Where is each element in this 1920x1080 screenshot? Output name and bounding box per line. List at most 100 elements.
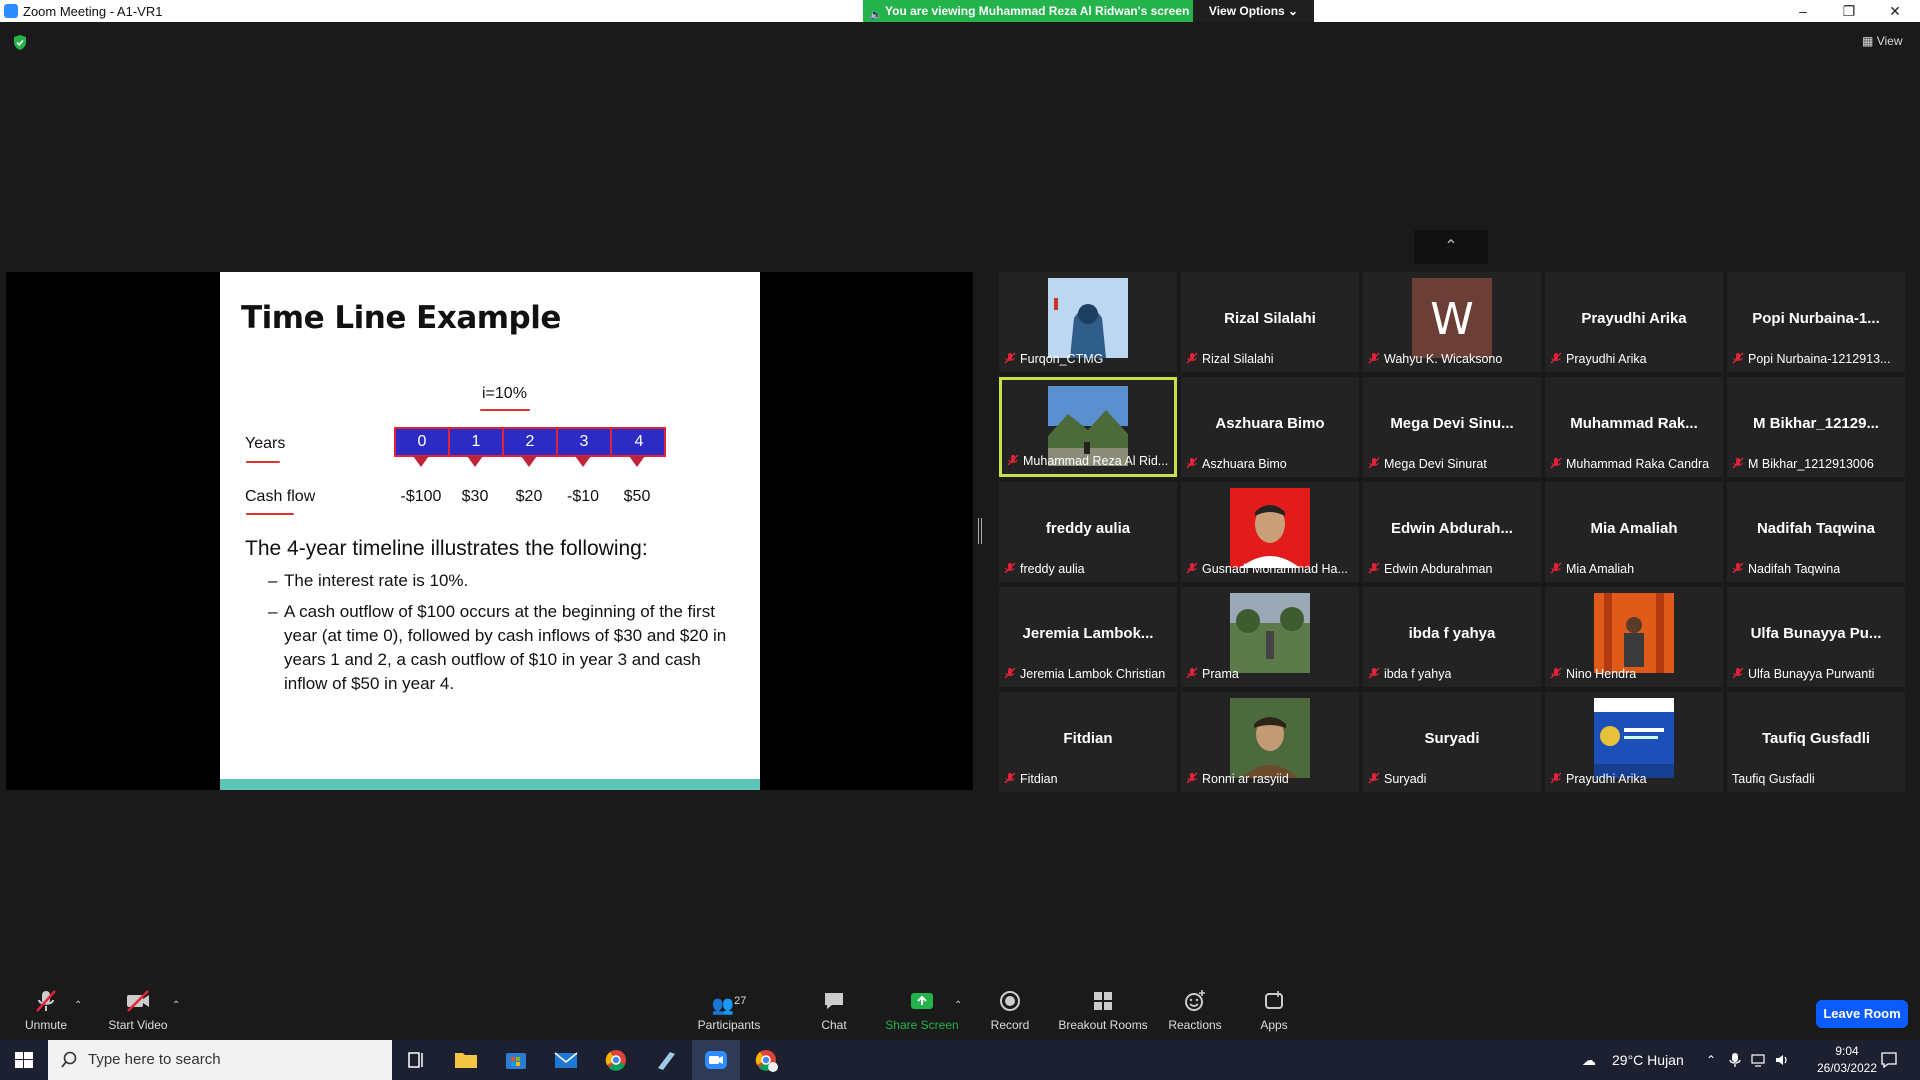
participant-tile[interactable]: Mega Devi Sinu... Mega Devi Sinurat	[1363, 377, 1541, 477]
participant-tile[interactable]: Prayudhi Arika Prayudhi Arika	[1545, 272, 1723, 372]
notes-app-icon[interactable]	[642, 1040, 690, 1080]
participant-tile[interactable]: Prayudhi Arika	[1545, 692, 1723, 792]
participants-button[interactable]: 👥27 Participants	[692, 988, 766, 1032]
participant-tile[interactable]: Edwin Abdurah... Edwin Abdurahman	[1363, 482, 1541, 582]
participant-tile[interactable]: Aszhuara Bimo Aszhuara Bimo	[1181, 377, 1359, 477]
microsoft-store-icon[interactable]	[492, 1040, 540, 1080]
chat-icon	[825, 993, 843, 1009]
participant-tile[interactable]: Gusnadi Mohammad Ha...	[1181, 482, 1359, 582]
participants-count: 27	[734, 995, 747, 1007]
leave-room-button[interactable]: Leave Room	[1816, 1000, 1908, 1028]
file-explorer-icon[interactable]	[442, 1040, 490, 1080]
chat-button[interactable]: Chat	[814, 988, 854, 1032]
participant-tile[interactable]: Muhammad Rak... Muhammad Raka Candra	[1545, 377, 1723, 477]
participant-display-name: Edwin Abdurah...	[1391, 520, 1513, 537]
share-options-caret-icon[interactable]: ⌃	[954, 1000, 962, 1011]
participant-name: Ronni ar rasyiid	[1202, 772, 1289, 786]
cashflow-value: $30	[461, 488, 489, 505]
breakout-rooms-button[interactable]: Breakout Rooms	[1058, 988, 1148, 1032]
chat-label: Chat	[821, 1018, 847, 1032]
participant-tile[interactable]: freddy aulia freddy aulia	[999, 482, 1177, 582]
video-options-caret-icon[interactable]: ⌃	[172, 1000, 180, 1011]
muted-mic-icon	[1368, 457, 1380, 469]
years-underline	[246, 461, 280, 463]
participant-tile[interactable]: Suryadi Suryadi	[1363, 692, 1541, 792]
participant-name: Nino Hendra	[1566, 667, 1637, 681]
restore-icon[interactable]: ❐	[1826, 0, 1872, 22]
slide-bullet: – The interest rate is 10%.	[268, 569, 738, 593]
participant-tile[interactable]: ibda f yahya ibda f yahya	[1363, 587, 1541, 687]
muted-mic-icon	[1550, 352, 1562, 364]
minimize-icon[interactable]: –	[1780, 0, 1826, 22]
participant-tile[interactable]: Popi Nurbaina-1... Popi Nurbaina-1212913.…	[1727, 272, 1905, 372]
participant-tile[interactable]: W Wahyu K. Wicaksono	[1363, 272, 1541, 372]
record-button[interactable]: Record	[990, 988, 1030, 1032]
participant-tile[interactable]: Ulfa Bunayya Pu... Ulfa Bunayya Purwanti	[1727, 587, 1905, 687]
reactions-button[interactable]: Reactions	[1166, 988, 1224, 1032]
grid-icon: ▦	[1862, 34, 1874, 48]
notification-center-icon[interactable]	[1880, 1051, 1898, 1069]
cashflow-value: $50	[623, 488, 651, 505]
participant-display-name: Taufiq Gusfadli	[1761, 730, 1871, 747]
participant-tile[interactable]: Prama	[1181, 587, 1359, 687]
participant-video: W	[1412, 278, 1492, 358]
audio-options-caret-icon[interactable]: ⌃	[74, 1000, 82, 1011]
cashflow-arrow	[575, 456, 591, 467]
viewing-banner-text: You are viewing Muhammad Reza Al Ridwan'…	[885, 4, 1190, 18]
taskbar-clock[interactable]: 9:04 26/03/2022	[1807, 1043, 1887, 1077]
weather-text[interactable]: 29°C Hujan	[1612, 1040, 1684, 1080]
network-icon[interactable]	[1750, 1052, 1766, 1068]
windows-start-icon[interactable]	[0, 1040, 48, 1080]
apps-icon	[1265, 991, 1283, 1009]
participant-display-name: Mia Amaliah	[1590, 520, 1678, 537]
unmute-button[interactable]: Unmute	[20, 988, 72, 1032]
chrome-profile-icon[interactable]	[742, 1040, 790, 1080]
participant-display-name: Suryadi	[1424, 730, 1480, 747]
volume-icon[interactable]	[1774, 1052, 1790, 1068]
participant-video	[1048, 278, 1128, 358]
participant-tile[interactable]: Nino Hendra	[1545, 587, 1723, 687]
participant-name: Aszhuara Bimo	[1202, 457, 1287, 471]
participant-tile[interactable]: Mia Amaliah Mia Amaliah	[1545, 482, 1723, 582]
tray-microphone-icon[interactable]	[1728, 1052, 1742, 1068]
start-video-button[interactable]: Start Video	[108, 988, 168, 1032]
muted-mic-icon	[1732, 457, 1744, 469]
collapse-gallery-button[interactable]: ⌃	[1414, 230, 1488, 264]
participant-name: Nadifah Taqwina	[1748, 562, 1841, 576]
participant-tile[interactable]: M Bikhar_12129... M Bikhar_1212913006	[1727, 377, 1905, 477]
participant-tile[interactable]: Ronni ar rasyiid	[1181, 692, 1359, 792]
apps-button[interactable]: Apps	[1254, 988, 1294, 1032]
taskbar-search-input[interactable]: Type here to search	[48, 1040, 392, 1080]
participant-tile[interactable]: Rizal Silalahi Rizal Silalahi	[1181, 272, 1359, 372]
participant-tile[interactable]: Muhammad Reza Al Rid...	[999, 377, 1177, 477]
participant-tile[interactable]: Furqon_CTMG	[999, 272, 1177, 372]
tray-chevron-icon[interactable]: ⌃	[1706, 1040, 1716, 1080]
participant-tile[interactable]: Fitdian Fitdian	[999, 692, 1177, 792]
chrome-icon[interactable]	[592, 1040, 640, 1080]
mail-icon[interactable]	[542, 1040, 590, 1080]
participant-name: freddy aulia	[1020, 562, 1085, 576]
security-shield-icon[interactable]	[12, 34, 28, 51]
window-title: Zoom Meeting - A1-VR1	[23, 4, 163, 19]
timeline-period: 0	[396, 429, 450, 455]
participant-name-label: Edwin Abdurahman	[1368, 562, 1492, 578]
split-divider-handle[interactable]	[978, 518, 982, 544]
muted-mic-icon	[1550, 562, 1562, 574]
participant-display-name: ibda f yahya	[1408, 625, 1496, 642]
share-screen-button[interactable]: Share Screen	[884, 988, 960, 1032]
participant-tile[interactable]: Jeremia Lambok... Jeremia Lambok Christia…	[999, 587, 1177, 687]
participant-video	[1230, 488, 1310, 568]
participant-display-name: Rizal Silalahi	[1224, 310, 1316, 327]
participant-name-label: Furqon_CTMG	[1004, 352, 1103, 368]
zoom-taskbar-icon[interactable]	[692, 1040, 740, 1080]
participant-tile[interactable]: Nadifah Taqwina Nadifah Taqwina	[1727, 482, 1905, 582]
participant-tile[interactable]: Taufiq Gusfadli Taufiq Gusfadli	[1727, 692, 1905, 792]
cashflow-value: -$100	[400, 488, 442, 505]
participants-label: Participants	[697, 1018, 761, 1032]
view-options-button[interactable]: View Options ⌄	[1193, 0, 1314, 22]
task-view-icon[interactable]	[392, 1040, 440, 1080]
cashflow-arrow	[521, 456, 537, 467]
close-icon[interactable]: ✕	[1872, 0, 1918, 22]
view-layout-button[interactable]: ▦ View	[1862, 34, 1902, 48]
slide-bullet: – A cash outflow of $100 occurs at the be…	[268, 600, 738, 696]
